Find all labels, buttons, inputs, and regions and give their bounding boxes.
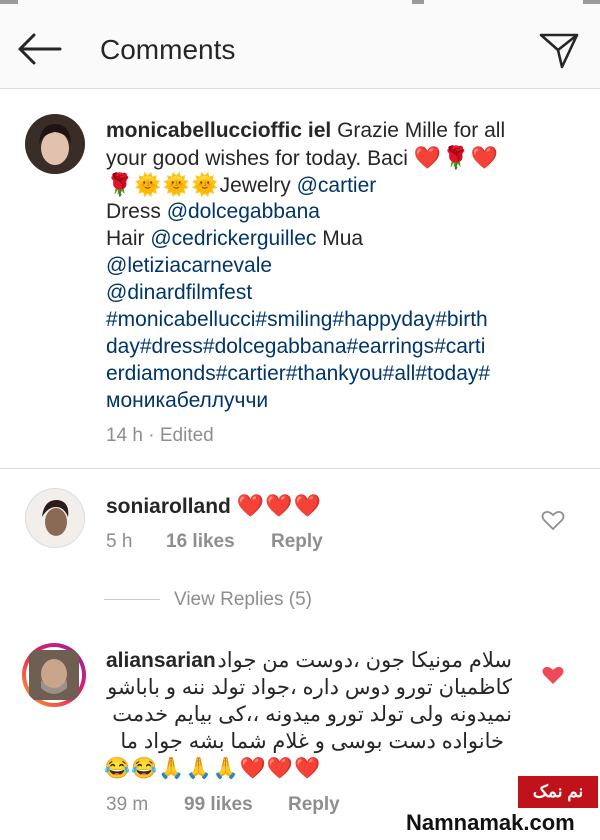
mention-link[interactable]: @dolcegabbana [167, 200, 320, 223]
comment-meta: 5 h [106, 531, 132, 553]
comment-text-line: خانواده دست بوسی و غلام شما بشه جواد ما [120, 730, 504, 753]
avatar[interactable] [25, 114, 85, 174]
page-title: Comments [100, 34, 236, 65]
comment-username[interactable]: soniarolland [106, 495, 231, 518]
comment-time: 39 m [106, 794, 149, 815]
avatar[interactable] [25, 488, 85, 548]
likes-count[interactable]: 99 likes [184, 794, 253, 816]
likes-count[interactable]: 16 likes [166, 531, 235, 553]
caption-line: monicabelluccioffic iel Grazie Mille for… [106, 117, 505, 144]
status-bar-mark [583, 0, 600, 4]
caption-emoji: ❤️🌹❤️ [413, 145, 499, 170]
comment-emoji: 😂😂🙏🙏🙏❤️❤️❤️ [104, 757, 322, 780]
comment-text-line: کاظمیان تورو دوس داره ،جواد تولد ننه و ب… [107, 676, 512, 699]
mention-link[interactable]: @cartier [297, 174, 377, 197]
profile-photo [26, 489, 84, 547]
comment-body: soniarolland ❤️❤️❤️ [106, 492, 322, 520]
reply-button[interactable]: Reply [271, 531, 323, 553]
caption-time: 14 h [106, 425, 143, 446]
hashtag-link[interactable]: #monicabellucci#smiling#happyday#birth [106, 306, 488, 333]
hashtag-link[interactable]: erdiamonds#cartier#thankyou#all#today# [106, 360, 490, 387]
comments-header: Comments [0, 10, 600, 89]
watermark-badge: نم نمک [518, 776, 598, 808]
divider [104, 599, 160, 601]
comment-meta: 39 m [106, 794, 148, 816]
comment-username[interactable]: aliansarian [106, 649, 216, 672]
view-replies-label: View Replies (5) [174, 589, 312, 610]
heart-outline-icon[interactable] [541, 509, 565, 531]
back-arrow-icon[interactable] [16, 32, 62, 66]
comment-time: 5 h [106, 531, 133, 552]
mention-link[interactable]: @letiziacarnevale [106, 252, 272, 279]
hashtag-link[interactable]: моникабеллуччи [106, 387, 268, 414]
watermark-site: Namnamak.com [406, 810, 575, 835]
comment-emoji: ❤️❤️❤️ [236, 493, 322, 518]
mention-link[interactable]: @dinardfilmfest [106, 279, 252, 306]
caption-line: your good wishes for today. Baci ❤️🌹❤️ [106, 144, 499, 172]
hashtag-link[interactable]: day#dress#dolcegabbana#earrings#carti [106, 333, 485, 360]
caption-text: Dress [106, 200, 167, 223]
send-direct-icon[interactable] [538, 30, 580, 70]
comment-text-line: نمیدونه ولی تولد تورو میدونه ،،کی بیایم … [112, 703, 512, 726]
heart-filled-icon[interactable] [541, 664, 565, 686]
avatar[interactable] [22, 643, 86, 707]
caption-emoji: 🌹🌞🌞🌞 [106, 172, 220, 197]
caption-text: Hair [106, 227, 151, 250]
profile-photo [29, 650, 79, 700]
status-bar [0, 0, 600, 10]
caption-line: Hair @cedrickerguillec Mua [106, 225, 363, 252]
reply-button[interactable]: Reply [288, 794, 340, 816]
caption-text: Jewelry [219, 174, 297, 197]
caption-username[interactable]: monicabelluccioffic iel [106, 119, 331, 142]
mention-link[interactable]: @cedrickerguillec [150, 227, 316, 250]
caption-meta: 14 h · Edited [106, 425, 214, 447]
edited-label: · Edited [148, 425, 214, 446]
caption-text: Mua [316, 227, 364, 250]
comment-body: aliansarian [106, 647, 216, 674]
status-bar-mark [0, 0, 18, 4]
comment-text-line: سلام مونیکا جون ،دوست من جواد [217, 649, 512, 672]
caption-line: Dress @dolcegabbana [106, 198, 320, 225]
view-replies-button[interactable]: View Replies (5) [104, 589, 312, 611]
caption-text: Grazie Mille for all [331, 119, 506, 142]
status-bar-mark [412, 0, 424, 4]
caption-text: your good wishes for today. Baci [106, 147, 414, 170]
profile-photo [25, 114, 85, 174]
caption-line: 🌹🌞🌞🌞Jewelry @cartier [106, 171, 376, 199]
